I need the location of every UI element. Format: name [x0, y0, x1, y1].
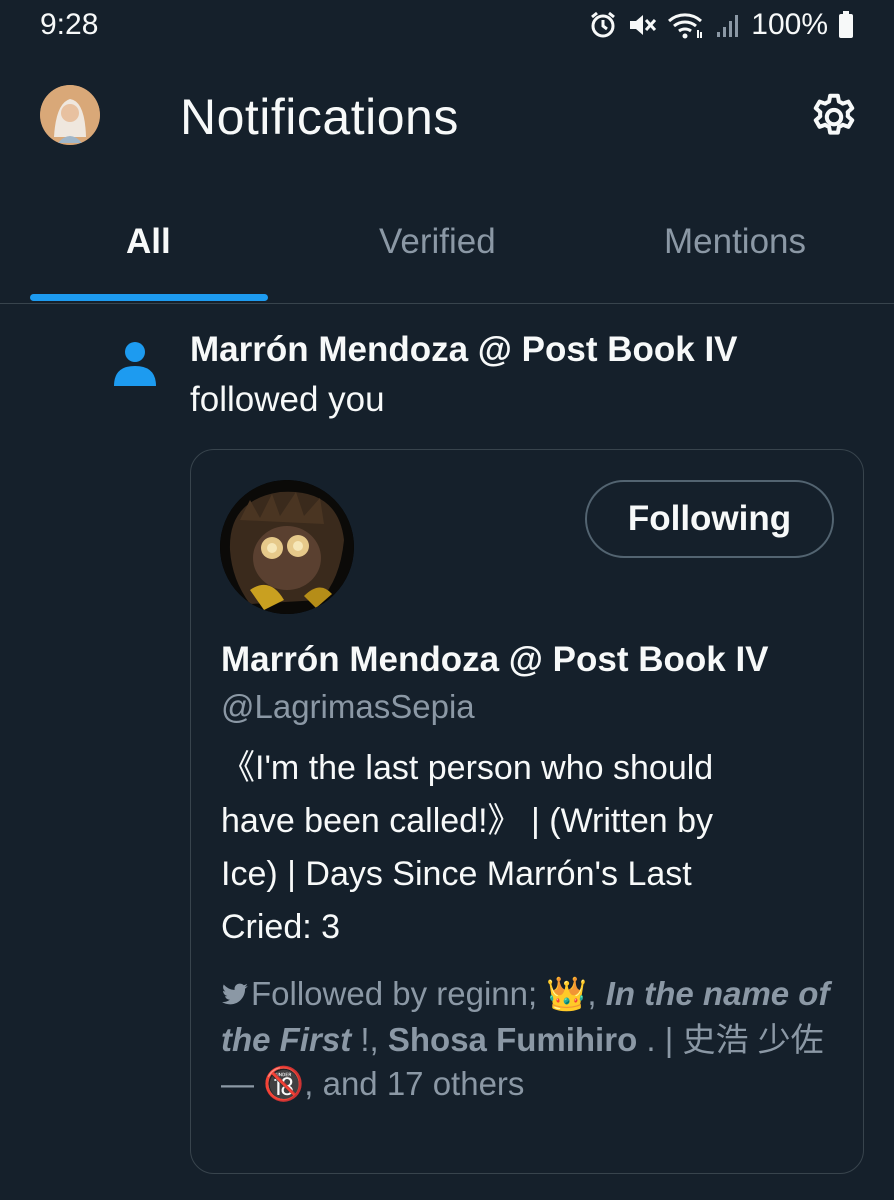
card-user-handle[interactable]: @LagrimasSepia [221, 688, 475, 726]
followed-by-sep: !, [351, 1021, 388, 1058]
crown-emoji: 👑 [546, 975, 588, 1012]
alarm-icon [589, 10, 617, 40]
card-user-name[interactable]: Marrón Mendoza @ Post Book IV [221, 640, 769, 680]
settings-button[interactable] [806, 90, 862, 146]
person-icon [112, 338, 158, 388]
bio-line: 《I'm the last person who should [221, 749, 714, 787]
followed-by-text: Followed by reginn; 👑, In the name of th… [221, 974, 830, 1102]
user-card[interactable]: Following Marrón Mendoza @ Post Book IV … [190, 449, 864, 1174]
notification-user-name[interactable]: Marrón Mendoza @ Post Book IV [190, 330, 738, 370]
status-bar: 9:28 100% [0, 0, 894, 50]
battery-percent: 100% [751, 8, 828, 41]
header: Notifications [0, 70, 894, 170]
tab-verified[interactable]: Verified [379, 222, 496, 262]
notification-tabs: All Verified Mentions [0, 200, 894, 304]
bio-line: have been called!》 | (Written by [221, 802, 714, 840]
following-button[interactable]: Following [585, 480, 834, 558]
no-under-18-emoji: 🔞 [263, 1065, 305, 1102]
bio-line: Cried: 3 [221, 908, 341, 946]
notification-action-text: followed you [190, 380, 385, 419]
follower-name[interactable]: Shosa Fumihiro [388, 1021, 637, 1058]
status-icons: 100% [589, 8, 854, 42]
signal-icon [715, 10, 741, 40]
status-time: 9:28 [40, 8, 99, 41]
card-user-bio: 《I'm the last person who should have bee… [221, 742, 821, 954]
page-title: Notifications [180, 89, 459, 145]
followed-by-prefix: Followed by reginn; [251, 975, 547, 1012]
bird-icon [221, 974, 249, 1018]
wifi-icon [667, 10, 705, 40]
gear-icon [807, 89, 861, 148]
tab-mentions[interactable]: Mentions [664, 222, 806, 262]
battery-icon [838, 10, 854, 40]
user-avatar[interactable] [220, 480, 354, 614]
profile-avatar[interactable] [40, 85, 100, 145]
bio-line: Ice) | Days Since Marrón's Last [221, 855, 692, 893]
tab-all[interactable]: All [126, 222, 171, 262]
mute-icon [627, 10, 657, 40]
active-tab-indicator [30, 294, 268, 301]
followed-by-suffix: , and 17 others [304, 1065, 525, 1102]
